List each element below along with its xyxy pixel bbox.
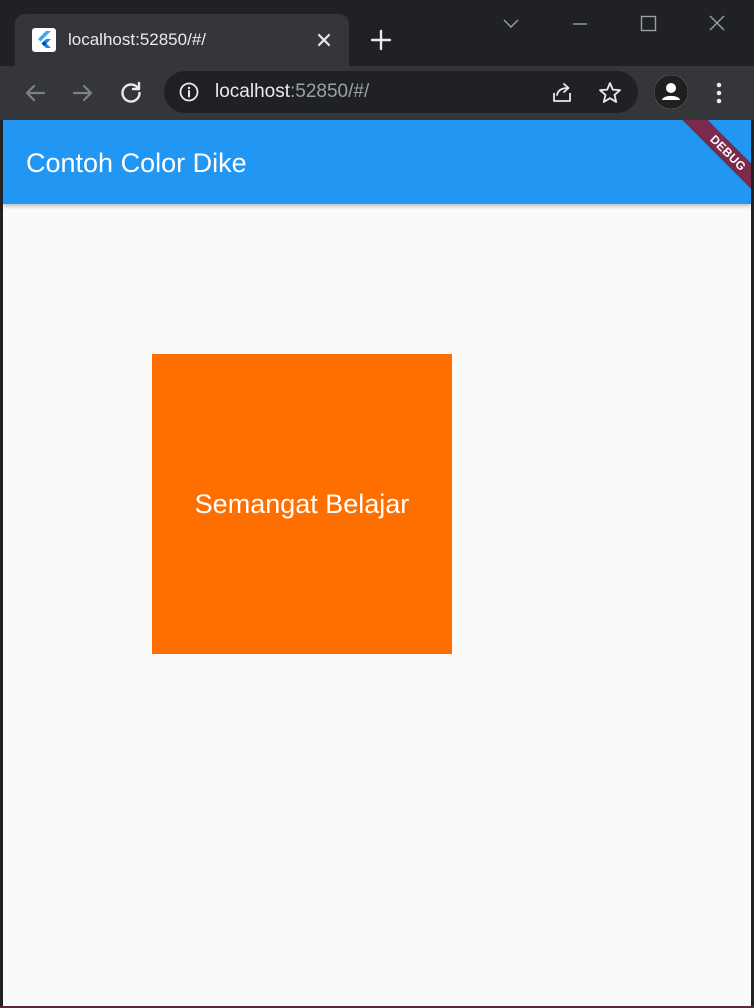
share-icon[interactable]: [548, 79, 576, 107]
arrow-left-icon[interactable]: [20, 78, 50, 108]
info-icon[interactable]: [178, 81, 200, 103]
url-path: :52850/#/: [290, 81, 370, 102]
browser-toolbar: localhost:52850/#/: [0, 66, 754, 120]
browser-titlebar: localhost:52850/#/: [0, 0, 754, 66]
tab-title: localhost:52850/#/: [68, 30, 206, 49]
address-bar[interactable]: localhost:52850/#/: [164, 71, 638, 113]
tab-close-icon[interactable]: [311, 27, 337, 53]
orange-container: Semangat Belajar: [152, 354, 452, 654]
arrow-right-icon[interactable]: [68, 78, 98, 108]
browser-tab[interactable]: localhost:52850/#/: [15, 14, 349, 66]
close-icon[interactable]: [694, 4, 740, 44]
person-icon[interactable]: [654, 75, 688, 109]
reload-icon[interactable]: [116, 78, 146, 108]
url-text: localhost:52850/#/: [215, 80, 369, 104]
app-viewport: Contoh Color Dike DEBUG Semangat Belajar: [3, 120, 751, 1006]
page-title: Contoh Color Dike: [26, 148, 247, 178]
new-tab-button[interactable]: [366, 25, 396, 55]
kebab-menu-icon[interactable]: [706, 76, 732, 110]
container-text: Semangat Belajar: [194, 488, 410, 519]
star-icon[interactable]: [596, 79, 624, 107]
app-bar: Contoh Color Dike: [3, 120, 751, 204]
url-host: localhost: [215, 81, 290, 102]
flutter-icon: [32, 28, 56, 52]
chevron-down-icon[interactable]: [488, 4, 534, 44]
minimize-icon[interactable]: [557, 4, 603, 44]
maximize-icon[interactable]: [625, 4, 671, 44]
